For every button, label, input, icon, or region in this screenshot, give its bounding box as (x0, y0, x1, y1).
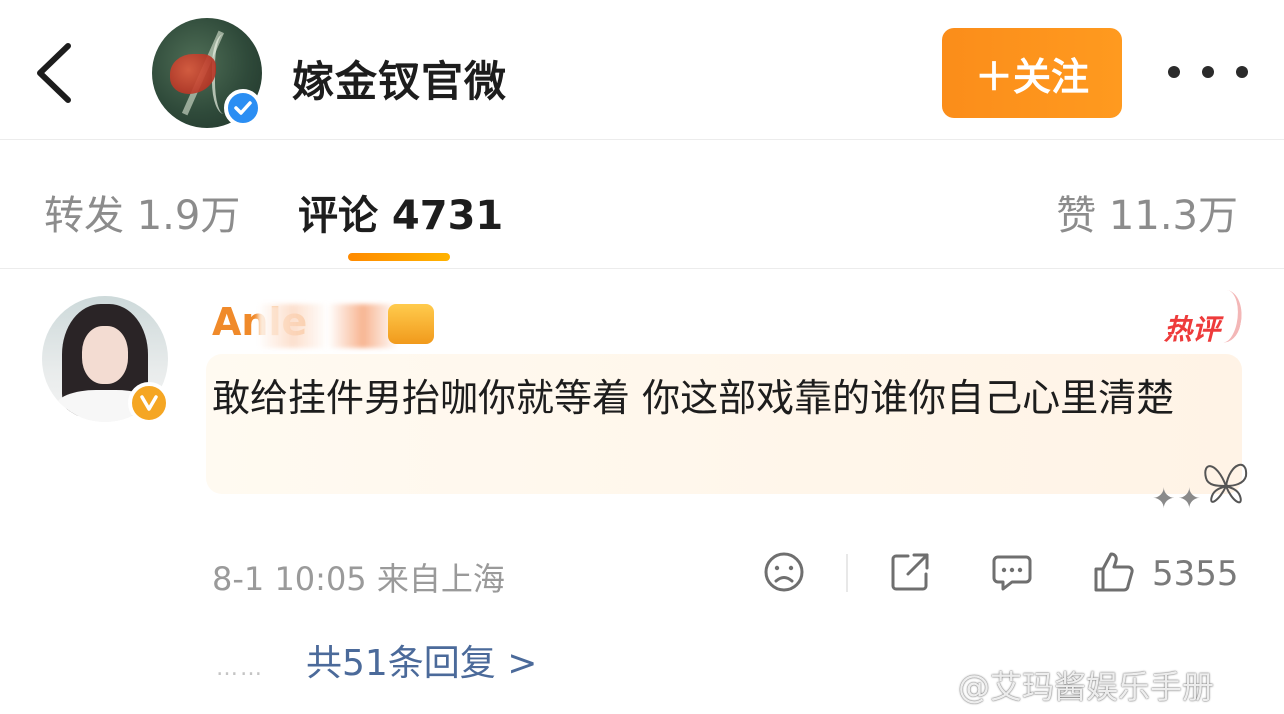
hot-badge-wing-icon (1202, 287, 1248, 345)
replies-dots: …… (216, 656, 264, 681)
more-options-button[interactable] (1168, 56, 1248, 88)
thumbs-up-icon (1094, 552, 1134, 592)
engagement-tabs: 转发 1.9万 评论 4731 赞 11.3万 (0, 141, 1284, 269)
verified-badge-icon (224, 89, 262, 127)
back-button[interactable] (28, 40, 84, 106)
butterfly-icon (1204, 463, 1248, 504)
view-replies-link[interactable]: 共51条回复 > (306, 634, 537, 686)
tab-comments[interactable]: 评论 4731 (298, 183, 503, 241)
weibo-comments-page: 嫁金钗官微 ＋关注 转发 1.9万 评论 4731 赞 11.3万 Anle 热… (0, 0, 1284, 714)
share-button[interactable] (888, 550, 932, 594)
fan-level-badge-icon (388, 304, 434, 344)
comment-item: Anle 热评 敢给挂件男抬咖你就等着 你这部戏靠的谁你自己心里清楚 ✦✦ 8-… (0, 270, 1284, 714)
dislike-button[interactable] (762, 550, 806, 594)
more-horizontal-icon (1168, 66, 1180, 78)
account-name[interactable]: 嫁金钗官微 (292, 48, 507, 109)
sparkle-decoration: ✦✦ (1152, 482, 1203, 515)
like-count: 5355 (1152, 554, 1239, 594)
username-blur-mask (258, 304, 398, 348)
comment-text: 敢给挂件男抬咖你就等着 你这部戏靠的谁你自己心里清楚 (212, 376, 1175, 420)
like-button[interactable] (1092, 550, 1136, 594)
comment-meta: 8-1 10:05 来自上海 (212, 560, 505, 598)
active-tab-indicator (348, 253, 450, 261)
tab-repost[interactable]: 转发 1.9万 (44, 183, 240, 241)
action-divider (846, 554, 848, 592)
chevron-left-icon (37, 43, 71, 103)
frown-icon (764, 552, 804, 592)
follow-button[interactable]: ＋关注 (942, 28, 1122, 118)
verified-user-icon (128, 382, 170, 424)
share-icon (891, 553, 929, 591)
reply-button[interactable] (990, 550, 1034, 594)
top-bar: 嫁金钗官微 ＋关注 (0, 0, 1284, 140)
comment-icon (992, 555, 1032, 591)
watermark: @艾玛酱娱乐手册 (958, 668, 1215, 706)
tab-likes[interactable]: 赞 11.3万 (1056, 183, 1238, 241)
